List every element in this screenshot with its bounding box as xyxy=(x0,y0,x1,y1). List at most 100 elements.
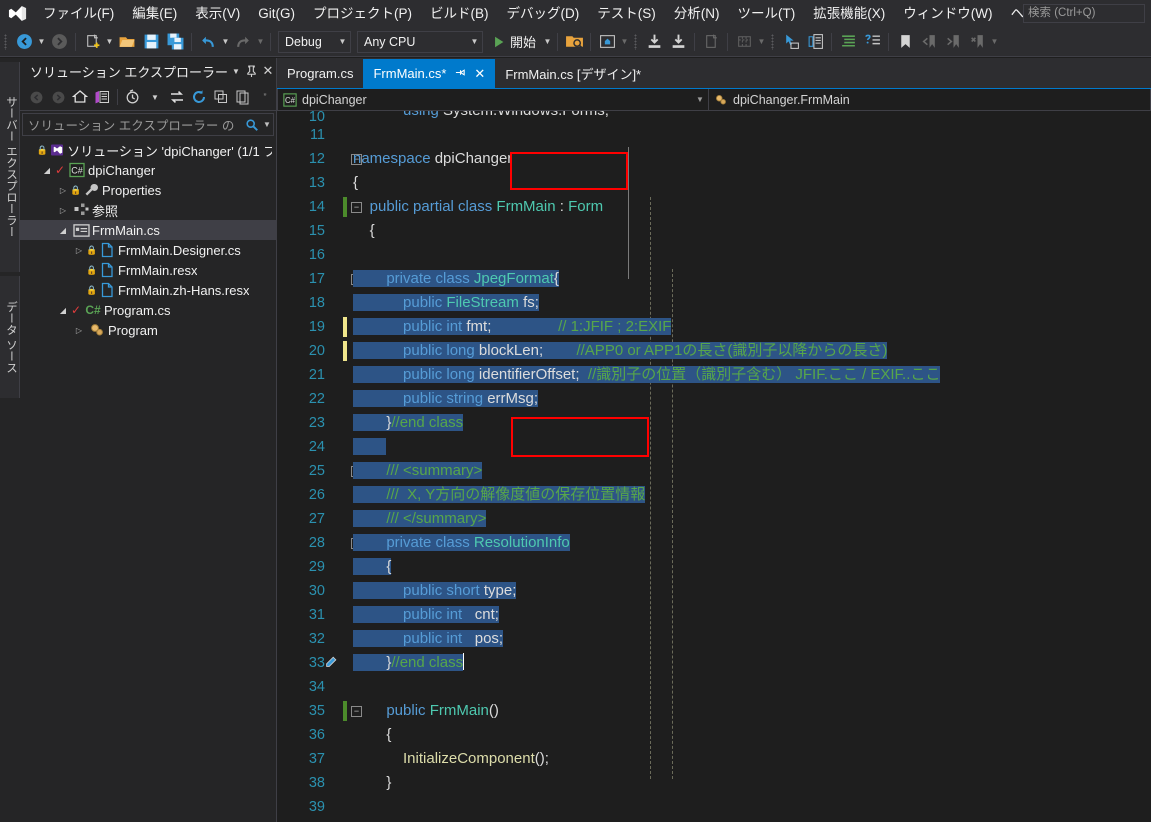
indent-icon[interactable] xyxy=(836,30,860,54)
pointer-icon[interactable] xyxy=(779,30,803,54)
start-debug-dropdown-icon[interactable]: ▼ xyxy=(542,30,553,54)
pin-icon[interactable] xyxy=(455,67,466,81)
start-debug-button[interactable]: 開始 xyxy=(490,30,542,54)
menu-item-6[interactable]: デバッグ(D) xyxy=(498,0,589,27)
menu-item-3[interactable]: Git(G) xyxy=(249,0,304,27)
search-dropdown-icon[interactable]: ▼ xyxy=(261,120,273,129)
menu-item-1[interactable]: 編集(E) xyxy=(123,0,186,27)
menu-item-9[interactable]: ツール(T) xyxy=(729,0,805,27)
tree-item-8[interactable]: ◢ ✓ C# Program.cs xyxy=(20,300,276,320)
chevron-down-icon[interactable]: ▼ xyxy=(228,60,244,82)
open-file-icon[interactable] xyxy=(115,30,139,54)
step-over-icon[interactable] xyxy=(666,30,690,54)
undo-icon[interactable] xyxy=(196,30,220,54)
change-marker-green xyxy=(343,701,347,721)
forward-icon[interactable] xyxy=(47,86,69,108)
solution-explorer-search-box[interactable]: ソリューション エクスプローラー の ▼ xyxy=(22,113,274,136)
pending-changes-icon[interactable] xyxy=(91,86,113,108)
new-project-icon[interactable] xyxy=(80,30,104,54)
editor-tab-2[interactable]: FrmMain.cs [デザイン]* xyxy=(495,59,651,88)
tree-item-9[interactable]: ▷ Program xyxy=(20,320,276,340)
toolbar-overflow-icon[interactable]: ” xyxy=(254,86,276,108)
code-editor[interactable]: 10 using System.Windows.Forms; 11 12−names… xyxy=(277,111,1151,822)
vertical-tab-data-sources[interactable]: データ ソース xyxy=(0,276,20,398)
quick-search-box[interactable]: 検索 (Ctrl+Q) xyxy=(1023,4,1145,23)
chevron-expanded-icon[interactable]: ◢ xyxy=(56,306,70,315)
menu-item-10[interactable]: 拡張機能(X) xyxy=(804,0,894,27)
grid-icon[interactable] xyxy=(732,30,756,54)
step-into-icon[interactable] xyxy=(642,30,666,54)
close-icon[interactable]: ✕ xyxy=(260,60,276,82)
live-share-icon[interactable] xyxy=(595,30,619,54)
code-text: namespace dpiChanger xyxy=(353,150,513,167)
save-all-icon[interactable] xyxy=(163,30,187,54)
sync-with-active-document-icon[interactable] xyxy=(166,86,188,108)
select-start-up-item-icon[interactable] xyxy=(562,30,586,54)
toolbar-grip[interactable] xyxy=(630,27,642,57)
navigate-forward-icon[interactable] xyxy=(47,30,71,54)
comment-icon[interactable] xyxy=(860,30,884,54)
compare-icon[interactable] xyxy=(803,30,827,54)
properties-icon[interactable] xyxy=(232,86,254,108)
solution-platform-combo[interactable]: Any CPU ▼ xyxy=(357,30,483,53)
line-number: 38 xyxy=(308,775,325,791)
vertical-tab-server-explorer[interactable]: サーバー エクスプローラー xyxy=(0,62,20,272)
chevron-collapsed-icon[interactable]: ▷ xyxy=(72,326,86,335)
home-icon[interactable] xyxy=(69,86,91,108)
quick-actions-icon[interactable] xyxy=(324,655,338,674)
navigate-backward-dropdown-icon[interactable]: ▼ xyxy=(36,30,47,54)
chevron-collapsed-icon[interactable]: ▷ xyxy=(72,246,86,255)
code-line-19: 19 public int fmt; // 1:JFIF ; 2:EXIF xyxy=(277,315,1151,339)
navbar-project-combo[interactable]: C# dpiChanger ▼ xyxy=(277,89,709,111)
bookmark-icon[interactable] xyxy=(893,30,917,54)
navbar-type-combo[interactable]: dpiChanger.FrmMain xyxy=(709,89,1151,111)
menu-item-11[interactable]: ウィンドウ(W) xyxy=(894,0,1001,27)
next-bookmark-icon[interactable] xyxy=(941,30,965,54)
prev-bookmark-icon[interactable] xyxy=(917,30,941,54)
editor-tab-0[interactable]: Program.cs xyxy=(277,59,363,88)
menu-item-8[interactable]: 分析(N) xyxy=(665,0,729,27)
tree-item-5[interactable]: ▷ 🔒 FrmMain.Designer.cs xyxy=(20,240,276,260)
solution-configuration-combo[interactable]: Debug ▼ xyxy=(278,30,351,53)
navigate-backward-icon[interactable] xyxy=(12,30,36,54)
tree-item-3[interactable]: ▷ 参照 xyxy=(20,200,276,220)
tree-item-2[interactable]: ▷ 🔒 Properties xyxy=(20,180,276,200)
tree-item-1[interactable]: ◢ ✓ C# dpiChanger xyxy=(20,160,276,180)
menu-item-4[interactable]: プロジェクト(P) xyxy=(304,0,421,27)
chevron-expanded-icon[interactable]: ◢ xyxy=(40,166,54,175)
tree-item-0[interactable]: 🔒 ソリューション 'dpiChanger' (1/1 プロ xyxy=(20,140,276,160)
editor-tab-1[interactable]: FrmMain.cs* ✕ xyxy=(363,59,496,88)
close-icon[interactable]: ✕ xyxy=(474,66,485,82)
chevron-collapsed-icon[interactable]: ▷ xyxy=(56,206,70,215)
menu-item-5[interactable]: ビルド(B) xyxy=(421,0,498,27)
solution-explorer-title-bar: ソリューション エクスプローラー ▼ ✕ xyxy=(20,58,276,84)
show-all-files-icon[interactable] xyxy=(122,86,144,108)
live-share-dropdown-icon[interactable]: ▼ xyxy=(619,30,630,54)
clear-bookmark-icon[interactable] xyxy=(965,30,989,54)
menu-item-2[interactable]: 表示(V) xyxy=(186,0,249,27)
tree-item-7[interactable]: 🔒 FrmMain.zh-Hans.resx xyxy=(20,280,276,300)
tree-item-4[interactable]: ◢ FrmMain.cs xyxy=(20,220,276,240)
toolbar-overflow-icon[interactable]: ▼ xyxy=(989,30,1000,54)
chevron-collapsed-icon[interactable]: ▷ xyxy=(56,186,70,195)
menu-item-7[interactable]: テスト(S) xyxy=(588,0,665,27)
menu-item-0[interactable]: ファイル(F) xyxy=(34,0,123,27)
chevron-down-icon[interactable]: ▼ xyxy=(144,86,166,108)
new-item-icon[interactable] xyxy=(699,30,723,54)
save-icon[interactable] xyxy=(139,30,163,54)
back-icon[interactable] xyxy=(25,86,47,108)
redo-icon[interactable] xyxy=(231,30,255,54)
collapse-all-icon[interactable] xyxy=(210,86,232,108)
refresh-icon[interactable] xyxy=(188,86,210,108)
new-project-dropdown-icon[interactable]: ▼ xyxy=(104,30,115,54)
undo-dropdown-icon[interactable]: ▼ xyxy=(220,30,231,54)
tree-item-6[interactable]: 🔒 FrmMain.resx xyxy=(20,260,276,280)
chevron-expanded-icon[interactable]: ◢ xyxy=(56,226,70,235)
toolbar-grip[interactable] xyxy=(767,27,779,57)
line-number: 34 xyxy=(308,679,325,695)
pin-icon[interactable] xyxy=(244,60,260,82)
toolbar-grip[interactable] xyxy=(0,27,12,57)
redo-dropdown-icon[interactable]: ▼ xyxy=(255,30,266,54)
magnifier-icon[interactable] xyxy=(243,118,261,132)
grid-dropdown-icon[interactable]: ▼ xyxy=(756,30,767,54)
